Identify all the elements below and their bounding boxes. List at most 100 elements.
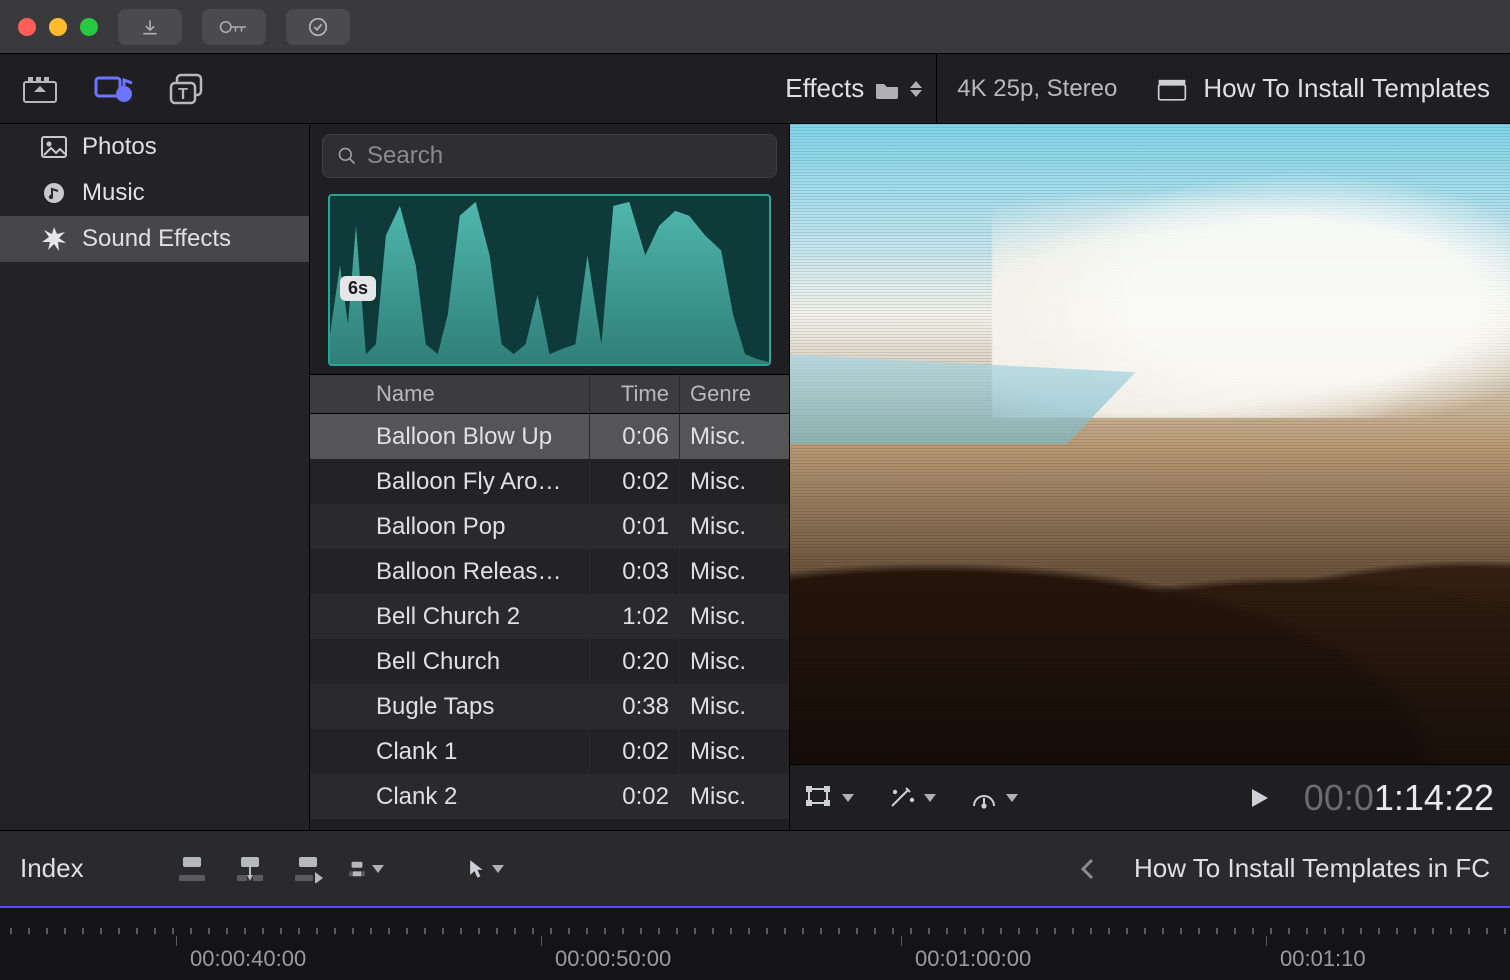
chevron-down-icon — [492, 865, 504, 873]
row-name: Bugle Taps — [366, 684, 589, 729]
keyword-button[interactable] — [202, 9, 266, 45]
sidebar-item-photos[interactable]: Photos — [0, 124, 309, 170]
row-genre: Misc. — [679, 594, 789, 639]
row-genre: Misc. — [679, 504, 789, 549]
search-icon — [337, 146, 357, 166]
retime-tool-popup[interactable] — [970, 786, 1018, 810]
sidebar-item-label: Sound Effects — [82, 225, 231, 253]
append-clip-button[interactable] — [290, 853, 326, 885]
browser-scope-popup[interactable]: Effects — [785, 73, 936, 104]
import-button[interactable] — [118, 9, 182, 45]
background-tasks-button[interactable] — [286, 9, 350, 45]
table-row[interactable]: Balloon Releas…0:03Misc. — [310, 549, 789, 594]
transform-tool-popup[interactable] — [806, 786, 854, 810]
ruler-label: 00:01:10 — [1280, 946, 1366, 972]
music-icon — [40, 179, 68, 207]
row-genre: Misc. — [679, 684, 789, 729]
close-window-button[interactable] — [18, 18, 36, 36]
sidebar-item-label: Photos — [82, 133, 157, 161]
audio-preview-waveform[interactable]: 6s — [328, 194, 771, 366]
table-row[interactable]: Balloon Blow Up0:06Misc. — [310, 414, 789, 459]
sound-effects-browser: 6s Name Time Genre Balloon Blow Up0:06Mi… — [310, 124, 790, 830]
chevron-down-icon — [842, 794, 854, 802]
table-row[interactable]: Balloon Pop0:01Misc. — [310, 504, 789, 549]
table-row[interactable]: Balloon Fly Aro…0:02Misc. — [310, 459, 789, 504]
chevron-updown-icon — [910, 81, 922, 97]
media-sidebar: Photos Music Sound Effects — [0, 124, 310, 830]
zoom-window-button[interactable] — [80, 18, 98, 36]
table-row[interactable]: Clank 10:02Misc. — [310, 729, 789, 774]
ruler-tick — [1266, 936, 1267, 946]
row-genre: Misc. — [679, 774, 789, 819]
play-button[interactable] — [1250, 787, 1270, 809]
chevron-down-icon — [924, 794, 936, 802]
effects-table: Name Time Genre Balloon Blow Up0:06Misc.… — [310, 374, 789, 830]
row-time: 0:02 — [589, 459, 679, 504]
svg-text:T: T — [178, 86, 188, 103]
enhance-tool-popup[interactable] — [888, 786, 936, 810]
ruler-label: 00:00:40:00 — [190, 946, 306, 972]
main-split: Photos Music Sound Effects — [0, 124, 1510, 830]
viewer-format-label: 4K 25p, Stereo — [957, 75, 1117, 103]
row-time: 0:06 — [589, 414, 679, 459]
photos-music-tab-icon[interactable] — [94, 71, 134, 107]
timeline-project-title: How To Install Templates in FC — [1134, 853, 1490, 884]
row-name: Balloon Releas… — [366, 549, 589, 594]
row-genre: Misc. — [679, 549, 789, 594]
row-time: 0:38 — [589, 684, 679, 729]
folder-icon — [874, 78, 900, 100]
viewer-panel: 00:0 1:14:22 — [790, 124, 1510, 830]
row-genre: Misc. — [679, 729, 789, 774]
ruler-tick — [541, 936, 542, 946]
sidebar-item-sound-effects[interactable]: Sound Effects — [0, 216, 309, 262]
window-traffic-lights — [18, 18, 98, 36]
history-back-button[interactable] — [1080, 858, 1094, 880]
titlebar — [0, 0, 1510, 54]
row-time: 0:01 — [589, 504, 679, 549]
ruler-tick — [901, 936, 902, 946]
clapper-icon — [1157, 76, 1187, 102]
row-time: 0:20 — [589, 639, 679, 684]
row-time: 0:02 — [589, 774, 679, 819]
viewer-canvas[interactable] — [790, 124, 1510, 764]
table-row[interactable]: Clank 20:02Misc. — [310, 774, 789, 819]
table-row[interactable]: Bugle Taps0:38Misc. — [310, 684, 789, 729]
row-name: Bell Church 2 — [366, 594, 589, 639]
col-header-genre[interactable]: Genre — [679, 375, 789, 413]
col-header-name[interactable]: Name — [366, 375, 589, 413]
insert-clip-button[interactable] — [232, 853, 268, 885]
chevron-down-icon — [372, 865, 384, 873]
row-time: 1:02 — [589, 594, 679, 639]
chevron-down-icon — [1006, 794, 1018, 802]
row-genre: Misc. — [679, 459, 789, 504]
table-row[interactable]: Bell Church 21:02Misc. — [310, 594, 789, 639]
search-input[interactable] — [365, 141, 762, 171]
row-name: Balloon Blow Up — [366, 414, 589, 459]
viewer-timecode[interactable]: 00:0 1:14:22 — [1304, 777, 1494, 819]
timeline-ruler[interactable]: 00:00:40:00 00:00:50:00 00:01:00:00 00:01:1… — [0, 906, 1510, 980]
row-name: Balloon Pop — [366, 504, 589, 549]
row-time: 0:02 — [589, 729, 679, 774]
table-row[interactable]: Bell Church0:20Misc. — [310, 639, 789, 684]
titles-generators-tab-icon[interactable]: T — [168, 71, 208, 107]
burst-icon — [40, 225, 68, 253]
ruler-label: 00:00:50:00 — [555, 946, 671, 972]
index-button[interactable]: Index — [20, 853, 84, 884]
ruler-tick — [176, 936, 177, 946]
libraries-tab-icon[interactable] — [20, 71, 60, 107]
row-name: Bell Church — [366, 639, 589, 684]
row-time: 0:03 — [589, 549, 679, 594]
project-title: How To Install Templates — [1203, 73, 1490, 104]
ruler-label: 00:01:00:00 — [915, 946, 1031, 972]
row-name: Balloon Fly Aro… — [366, 459, 589, 504]
overwrite-clip-popup[interactable] — [348, 853, 384, 885]
sidebar-item-music[interactable]: Music — [0, 170, 309, 216]
connect-clip-button[interactable] — [174, 853, 210, 885]
minimize-window-button[interactable] — [49, 18, 67, 36]
row-name: Clank 1 — [366, 729, 589, 774]
select-tool-popup[interactable] — [468, 853, 504, 885]
row-genre: Misc. — [679, 639, 789, 684]
search-field[interactable] — [322, 134, 777, 178]
photos-icon — [40, 133, 68, 161]
col-header-time[interactable]: Time — [589, 375, 679, 413]
